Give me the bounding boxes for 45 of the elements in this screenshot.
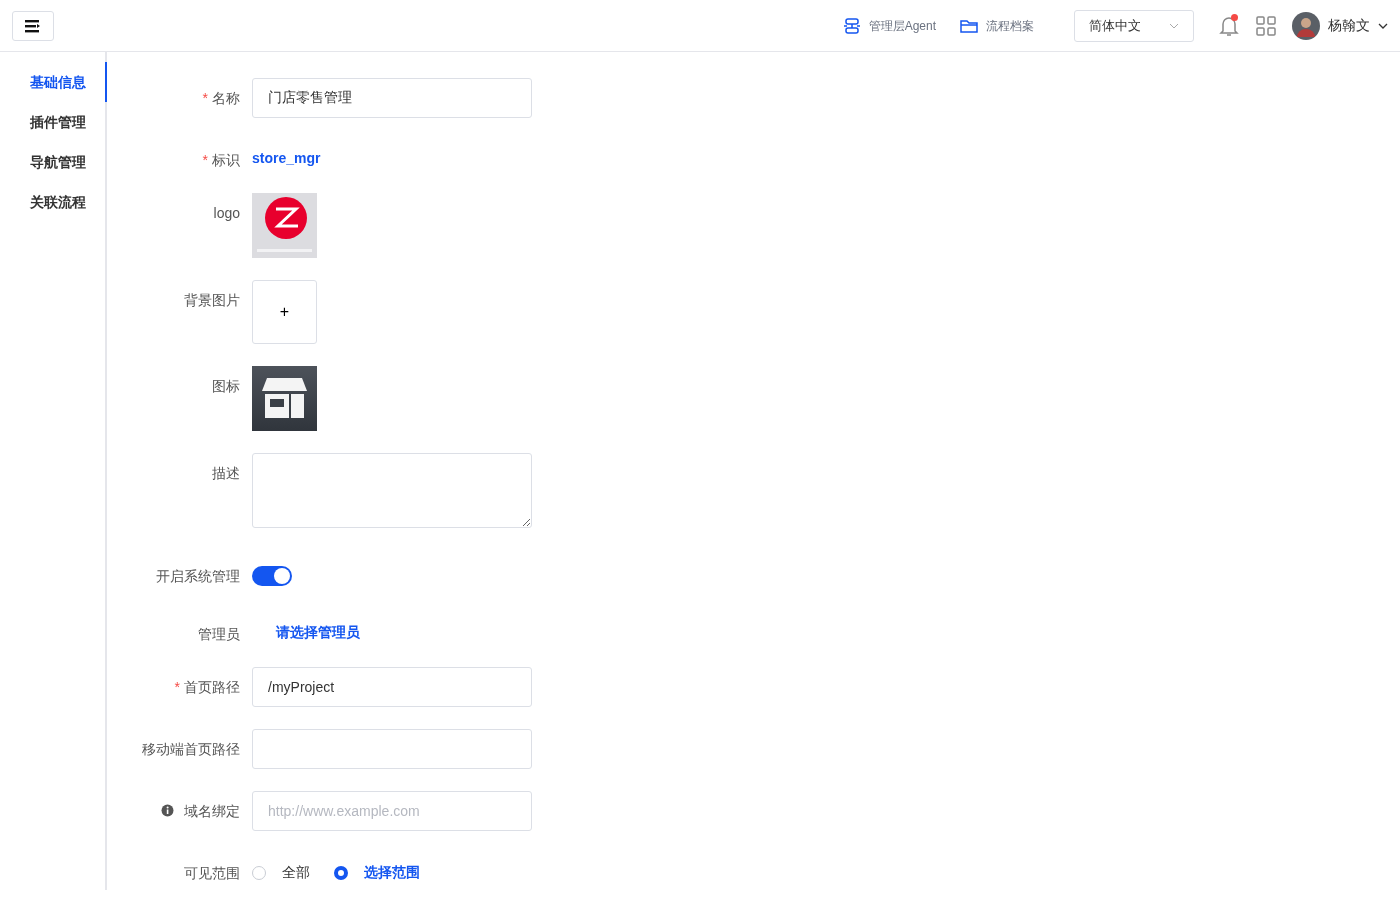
sidebar-item[interactable]: 基础信息 (0, 62, 107, 102)
store-icon[interactable] (252, 366, 317, 431)
chevron-down-icon (1169, 22, 1179, 29)
notification-bell[interactable] (1218, 13, 1240, 38)
input-field[interactable]: /myProject (252, 667, 532, 707)
input-field[interactable] (252, 729, 532, 769)
chevron-down-icon[interactable] (1378, 22, 1388, 29)
input-field[interactable]: 门店零售管理 (252, 78, 532, 118)
field-label: 标识 (212, 151, 240, 170)
required-asterisk: * (202, 151, 208, 170)
radio-option[interactable]: 选择范围 (334, 861, 420, 884)
nav-link[interactable]: 管理层Agent (842, 16, 936, 35)
field-label: 图标 (212, 377, 240, 396)
language-select[interactable]: 简体中文 (1074, 9, 1194, 42)
info-icon[interactable] (161, 804, 174, 817)
upload-button[interactable]: + (252, 280, 317, 344)
user-name[interactable]: 杨翰文 (1328, 15, 1370, 36)
apps-grid-icon[interactable] (1256, 15, 1276, 36)
radio-option[interactable]: 全部 (252, 861, 310, 884)
folder-icon (960, 17, 978, 34)
field-label: logo (213, 204, 240, 223)
required-asterisk: * (202, 89, 208, 108)
field-label: 移动端首页路径 (142, 740, 240, 759)
menu-icon (25, 18, 41, 33)
sidebar-item[interactable]: 插件管理 (0, 102, 107, 142)
nav-link[interactable]: 流程档案 (960, 16, 1034, 35)
textarea-field[interactable] (252, 453, 532, 528)
field-label: 管理员 (198, 625, 240, 644)
select-admin-link[interactable]: 请选择管理员 (276, 614, 360, 643)
avatar[interactable] (1292, 11, 1320, 40)
sidebar-item[interactable]: 导航管理 (0, 142, 107, 182)
required-asterisk: * (174, 678, 180, 697)
field-label: 可见范围 (184, 864, 240, 883)
toggle-switch[interactable] (252, 566, 292, 586)
field-label: 描述 (212, 464, 240, 483)
sidebar-item[interactable]: 关联流程 (0, 182, 107, 222)
identifier-text: store_mgr (252, 149, 321, 168)
field-label: 名称 (212, 89, 240, 108)
network-icon (842, 16, 861, 35)
field-label: 背景图片 (184, 291, 240, 310)
menu-button[interactable] (12, 10, 54, 41)
field-label: 首页路径 (184, 678, 240, 697)
input-field[interactable]: http://www.example.com (252, 791, 532, 831)
field-label: 域名绑定 (184, 802, 240, 821)
field-label: 开启系统管理 (156, 567, 240, 586)
